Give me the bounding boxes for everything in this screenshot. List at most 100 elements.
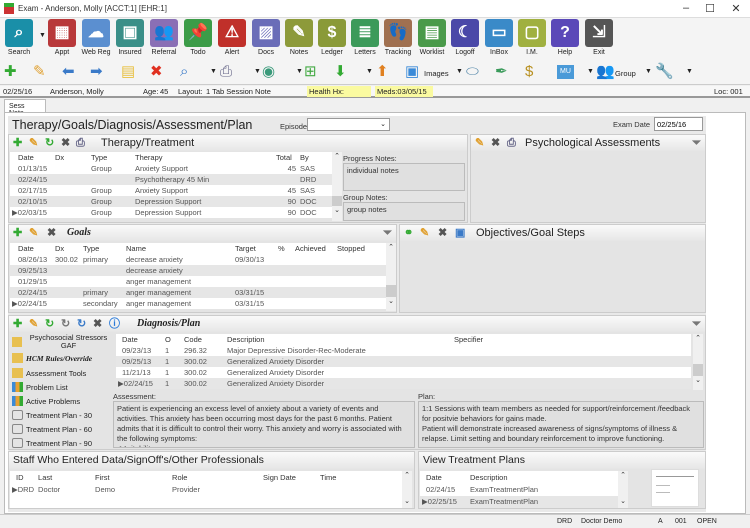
print-icon[interactable]: ⎙ [220, 64, 232, 80]
minimize-button[interactable]: – [676, 2, 696, 14]
wrench-icon[interactable]: 🔧 [655, 64, 674, 80]
table-row[interactable]: 01/29/15 anger management [10, 276, 386, 287]
mu-button[interactable]: MU [557, 65, 574, 79]
find-dropdown[interactable]: ▼ [210, 68, 217, 75]
progress-notes-field[interactable]: individual notes [343, 163, 465, 191]
plans-scrollbar[interactable]: ⌃ ⌄ [618, 471, 628, 508]
edit-pencil-icon[interactable]: ✎ [33, 64, 46, 80]
side-active-problems[interactable]: Active Problems [12, 396, 80, 406]
view-eye-icon[interactable]: ◉ [262, 64, 275, 80]
upload-icon[interactable]: ⬆ [376, 64, 389, 80]
refresh-grey-icon[interactable]: ↻ [61, 318, 70, 330]
filter-icon[interactable]: ⏷ [692, 318, 701, 330]
dollar-icon[interactable]: $ [525, 64, 533, 80]
table-row[interactable]: ▶02/03/15 Group Depression Support 90 DOC [10, 207, 332, 218]
pen-icon[interactable]: ✒ [495, 64, 508, 80]
capsule-icon[interactable]: ⬭ [466, 64, 479, 80]
edit-pencil-icon[interactable]: ✎ [475, 137, 484, 149]
add-icon[interactable]: ✚ [13, 227, 22, 239]
view-dropdown[interactable]: ▼ [296, 68, 303, 75]
group-dropdown[interactable]: ▼ [645, 68, 652, 75]
filter-icon[interactable]: ⏷ [383, 227, 392, 239]
side-treatment-plan-90[interactable]: Treatment Plan - 90 [12, 438, 92, 448]
search-dropdown[interactable]: ▼ [39, 32, 46, 39]
table-row[interactable]: 02/24/15 ExamTreatmentPlan [420, 483, 618, 495]
toolbar-search-button[interactable]: ⌕ Search [3, 19, 35, 56]
add-icon[interactable]: ✚ [13, 137, 22, 149]
table-row[interactable]: ▶02/24/15 1 300.02 Generalized Anxiety Diso… [116, 378, 691, 389]
delete-icon[interactable]: ✖ [61, 137, 70, 149]
therapy-scrollbar[interactable]: ⌃ ⌄ [332, 152, 342, 221]
table-row[interactable]: 02/24/15 Psychotherapy 45 Min DRD [10, 174, 332, 185]
mu-dropdown[interactable]: ▼ [587, 68, 594, 75]
refresh-icon[interactable]: ↻ [45, 318, 54, 330]
edit-pencil-icon[interactable]: ✎ [29, 318, 38, 330]
toolbar-exit-button[interactable]: ⇲ Exit [583, 19, 615, 56]
side-problem-list[interactable]: Problem List [12, 382, 68, 392]
side-hcm-rules[interactable]: HCM Rules/Override [12, 353, 92, 363]
maximize-button[interactable]: ☐ [700, 2, 720, 15]
info-icon[interactable]: ⓘ [109, 318, 120, 330]
table-row[interactable]: 08/26/13 300.02 primary decrease anxiety 09/… [10, 254, 386, 265]
images-button[interactable]: Images [424, 69, 449, 78]
group-button[interactable]: Group [615, 69, 636, 78]
table-row[interactable]: 09/23/13 1 296.32 Major Depressive Disorder… [116, 345, 691, 356]
group-notes-field[interactable]: group notes [343, 202, 465, 221]
add-icon[interactable]: ✚ [4, 64, 17, 80]
side-treatment-plan-30[interactable]: Treatment Plan - 30 [12, 410, 92, 420]
link-icon[interactable]: ⚭ [404, 227, 413, 239]
diagnosis-scrollbar[interactable]: ⌃ ⌄ [693, 334, 703, 390]
filter-icon[interactable]: ⏷ [692, 137, 701, 149]
print-icon[interactable]: ⎙ [507, 137, 516, 149]
edit-pencil-icon[interactable]: ✎ [29, 137, 38, 149]
side-psychosocial-stressors[interactable]: Psychosocial Stressors GAF [12, 334, 112, 350]
health-hx[interactable]: Health Hx: [307, 86, 371, 97]
forward-arrow-icon[interactable]: ➡ [90, 64, 103, 80]
table-row[interactable]: 02/24/15 primary anger management 03/31/15 [10, 287, 386, 298]
meds-date[interactable]: Meds:03/05/15 [375, 86, 433, 97]
sticky-note-icon[interactable]: ▤ [121, 64, 135, 80]
plan-field[interactable]: 1:1 Sessions with team members as needed… [418, 401, 704, 448]
delete-icon[interactable]: ✖ [93, 318, 102, 330]
delete-icon[interactable]: ✖ [150, 64, 163, 80]
list-icon[interactable]: ▣ [455, 227, 465, 239]
refresh-blue-icon[interactable]: ↻ [77, 318, 86, 330]
tab-sess-note[interactable]: Sess Note [4, 99, 46, 117]
tools-dropdown[interactable]: ▼ [686, 68, 693, 75]
close-button[interactable]: ✕ [726, 2, 746, 15]
table-row[interactable]: 02/17/15 Group Anxiety Support 45 SAS [10, 185, 332, 196]
edit-pencil-icon[interactable]: ✎ [420, 227, 429, 239]
episode-select[interactable]: ⌄ [307, 118, 390, 131]
table-row[interactable]: ▶02/24/15 secondary anger management 03/31/… [10, 298, 386, 309]
delete-icon[interactable]: ✖ [438, 227, 447, 239]
find-icon[interactable]: ⌕ [180, 64, 188, 80]
images-icon[interactable]: ▣ [405, 64, 419, 80]
add-icon[interactable]: ✚ [13, 318, 22, 330]
table-row[interactable]: ▶02/25/15 ExamTreatmentPlan [420, 495, 618, 508]
side-assessment-tools[interactable]: Assessment Tools [12, 368, 86, 378]
edit-pencil-icon[interactable]: ✎ [29, 227, 38, 239]
print-dropdown[interactable]: ▼ [254, 68, 261, 75]
plan-thumbnail-preview[interactable] [651, 469, 699, 507]
table-row[interactable]: 09/25/13 decrease anxiety [10, 265, 386, 276]
table-row[interactable]: 02/10/15 Group Depression Support 90 DOC [10, 196, 332, 207]
back-arrow-icon[interactable]: ⬅ [62, 64, 75, 80]
download-dropdown[interactable]: ▼ [366, 68, 373, 75]
group-icon[interactable]: 👥 [596, 64, 615, 80]
images-dropdown[interactable]: ▼ [456, 68, 463, 75]
table-row[interactable]: 01/13/15 Group Anxiety Support 45 SAS [10, 163, 332, 174]
side-treatment-plan-60[interactable]: Treatment Plan - 60 [12, 424, 92, 434]
delete-icon[interactable]: ✖ [491, 137, 500, 149]
table-row[interactable]: 09/25/13 1 300.02 Generalized Anxiety Disor… [116, 356, 691, 367]
table-row[interactable]: 11/21/13 1 300.02 Generalized Anxiety Disor… [116, 367, 691, 378]
refresh-icon[interactable]: ↻ [45, 137, 54, 149]
table-row[interactable]: ▶DRD Doctor Demo Provider [10, 483, 402, 495]
download-icon[interactable]: ⬇ [334, 64, 347, 80]
goals-scrollbar[interactable]: ⌃ ⌄ [386, 243, 396, 311]
add-page-icon[interactable]: ⊞ [304, 64, 317, 80]
print-icon[interactable]: ⎙ [76, 137, 85, 149]
assessment-field[interactable]: Patient is experiencing an excess level … [113, 401, 415, 448]
exam-date-input[interactable] [654, 117, 703, 131]
staff-scrollbar[interactable]: ⌃ ⌄ [402, 471, 412, 508]
delete-icon[interactable]: ✖ [47, 227, 56, 239]
